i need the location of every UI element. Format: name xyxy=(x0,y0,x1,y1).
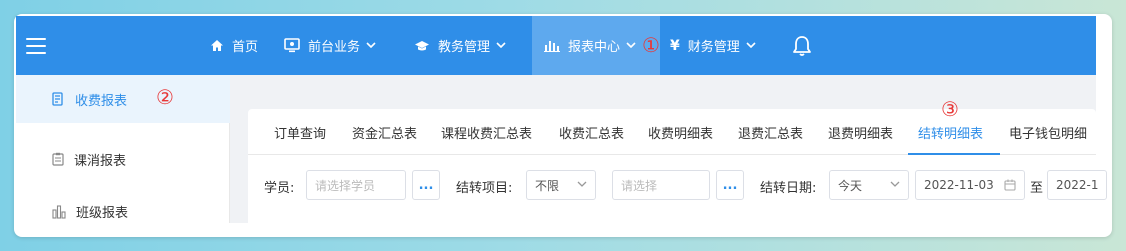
clipboard-icon xyxy=(52,152,64,166)
chevron-down-icon xyxy=(577,179,587,190)
chevron-down-icon xyxy=(496,40,506,51)
nav-item-academic[interactable]: 教务管理 xyxy=(414,16,506,75)
tab-course-fee-summary[interactable]: 课程收费汇总表 xyxy=(441,109,532,155)
nav-item-home[interactable]: 首页 xyxy=(210,16,258,75)
chevron-down-icon xyxy=(366,40,376,51)
tab-fund-summary[interactable]: 资金汇总表 xyxy=(352,109,417,155)
end-date-input[interactable]: 2022-1 xyxy=(1047,170,1107,200)
home-icon xyxy=(210,39,224,52)
sidebar: 收费报表 ② 课消报表 班级报表 xyxy=(16,75,230,223)
sidebar-item-fee-report[interactable]: 收费报表 xyxy=(16,75,230,123)
graduation-cap-icon xyxy=(414,40,430,52)
tab-refund-summary[interactable]: 退费汇总表 xyxy=(738,109,803,155)
nav-item-reports[interactable]: 报表中心 xyxy=(532,16,660,75)
active-tab-indicator xyxy=(908,153,1000,155)
end-date-value: 2022-1 xyxy=(1056,178,1099,192)
date-to-label: 至 xyxy=(1030,181,1044,196)
nav-item-label: 前台业务 xyxy=(308,40,361,55)
tab-order-query[interactable]: 订单查询 xyxy=(274,109,326,155)
report-tabs: 订单查询 资金汇总表 课程收费汇总表 收费汇总表 收费明细表 退费汇总表 退费明… xyxy=(248,109,1096,155)
date-range-value: 今天 xyxy=(838,178,863,193)
tab-wallet-detail[interactable]: 电子钱包明细 xyxy=(1009,109,1087,155)
annotation-marker-2: ② xyxy=(156,85,174,109)
transfer-item-picker-button[interactable]: ... xyxy=(716,170,744,200)
student-picker-button[interactable]: ... xyxy=(412,170,440,200)
chevron-down-icon xyxy=(746,40,756,51)
date-range-select[interactable]: 今天 xyxy=(829,170,909,200)
nav-item-label: 教务管理 xyxy=(438,40,491,55)
tab-fee-detail[interactable]: 收费明细表 xyxy=(648,109,713,155)
annotation-marker-1: ① xyxy=(642,33,660,57)
nav-item-label: 财务管理 xyxy=(687,40,740,55)
transfer-item-select[interactable]: 不限 xyxy=(526,170,596,200)
nav-item-label: 报表中心 xyxy=(568,40,621,55)
chevron-down-icon xyxy=(626,40,636,51)
transfer-item-label: 结转项目: xyxy=(456,181,513,196)
nav-item-front-desk[interactable]: 前台业务 xyxy=(284,16,376,75)
bar-chart-icon xyxy=(544,39,560,52)
start-date-input[interactable]: 2022-11-03 xyxy=(915,170,1025,200)
receipt-icon xyxy=(52,92,65,106)
annotation-marker-3: ③ xyxy=(941,97,959,121)
tab-refund-detail[interactable]: 退费明细表 xyxy=(828,109,893,155)
nav-item-finance[interactable]: ¥ 财务管理 xyxy=(670,16,756,75)
hamburger-menu-icon[interactable] xyxy=(26,38,46,54)
student-input[interactable]: 请选择学员 xyxy=(306,170,406,200)
report-panel: 订单查询 资金汇总表 课程收费汇总表 收费汇总表 收费明细表 退费汇总表 退费明… xyxy=(248,97,1107,229)
yen-icon: ¥ xyxy=(670,37,680,54)
transfer-item-value: 不限 xyxy=(535,178,560,193)
bell-icon[interactable] xyxy=(790,34,814,58)
start-date-value: 2022-11-03 xyxy=(924,178,994,192)
nav-item-label: 首页 xyxy=(232,40,259,55)
monitor-icon xyxy=(284,38,300,53)
sidebar-item-label: 课消报表 xyxy=(74,153,127,169)
sidebar-item-class-report[interactable]: 班级报表 xyxy=(16,187,230,235)
sidebar-item-label: 班级报表 xyxy=(76,205,129,221)
student-label: 学员: xyxy=(264,181,295,196)
sidebar-item-label: 收费报表 xyxy=(75,93,128,109)
top-nav-bar: 首页 前台业务 教务管理 报表中心 ① ¥ 财务管理 xyxy=(16,16,1096,75)
calendar-icon xyxy=(1004,179,1016,194)
sidebar-item-consumption-report[interactable]: 课消报表 xyxy=(16,135,230,183)
transfer-item-detail-input[interactable]: 请选择 xyxy=(612,170,710,200)
class-chart-icon xyxy=(52,204,66,219)
chevron-down-icon xyxy=(890,179,900,190)
transfer-date-label: 结转日期: xyxy=(760,181,817,196)
tab-fee-summary[interactable]: 收费汇总表 xyxy=(559,109,624,155)
